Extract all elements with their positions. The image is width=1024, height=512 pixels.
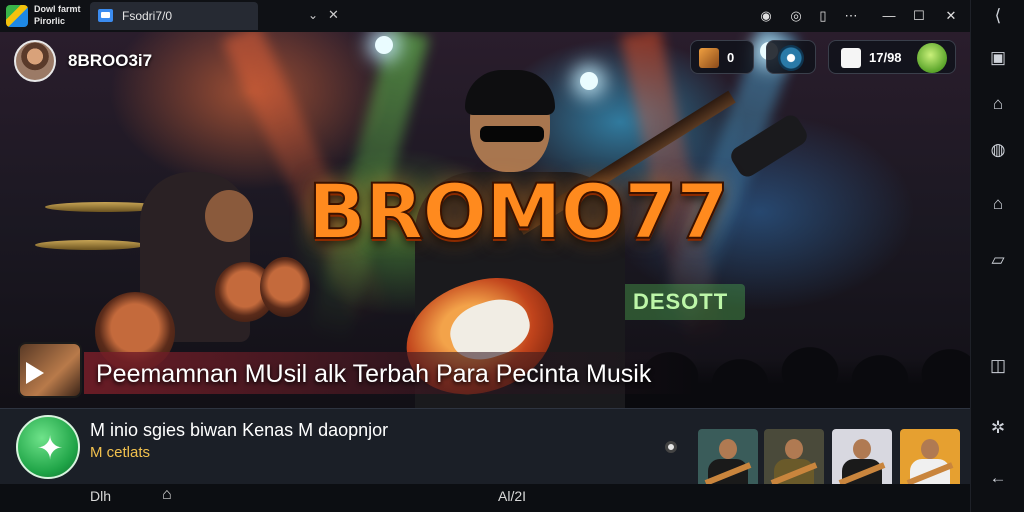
drum (260, 257, 310, 317)
panel-title: M inio sgies biwan Kenas M daopnjor (90, 420, 389, 440)
cymbal (35, 240, 145, 250)
info-panel: ✦ M inio sgies biwan Kenas M daopnjor M … (0, 408, 970, 489)
stage-light (375, 36, 393, 54)
minimize-icon[interactable]: — (878, 5, 900, 27)
play-icon[interactable] (26, 362, 44, 384)
gift-count: 17/98 (869, 50, 902, 65)
title-bar: Dowl farmt Pirorlic Fsodri7/0 ⌄ ✕ ◉ ◎ ▯ ⋯ — ☐… (0, 0, 970, 32)
video-thumbnail-2[interactable] (764, 429, 824, 489)
streamer-name: 8BROO3i7 (68, 51, 153, 70)
account-icon[interactable]: ◉ (755, 5, 777, 27)
nav-recents[interactable]: Dlh (90, 488, 111, 504)
live-button[interactable] (766, 40, 816, 74)
back-icon[interactable]: ← (984, 464, 1012, 492)
panel-subtitle[interactable]: M cetlats (90, 444, 150, 461)
settings-icon[interactable]: ✲ (984, 414, 1012, 442)
close-window-icon[interactable]: ✕ (940, 5, 962, 27)
files-icon[interactable]: ▱ (984, 246, 1012, 274)
guitarist-hair (465, 70, 555, 115)
video-thumbnail-1[interactable] (698, 429, 758, 489)
caption-thumbnail[interactable] (18, 342, 82, 398)
caption-text: Peemamnan MUsil alk Terbah Para Pecinta … (96, 360, 652, 388)
now-playing-caption[interactable]: Peemamnan MUsil alk Terbah Para Pecinta … (18, 340, 698, 398)
brand-logo-text: BROMO77 (307, 166, 730, 257)
bottom-nav-bar: Dlh ⌂ Al/2I (0, 484, 970, 512)
close-icon[interactable]: ✕ (328, 7, 339, 23)
video-thumbnail-4[interactable] (900, 429, 960, 489)
home-outline-icon[interactable]: ⌂ (162, 486, 172, 504)
star-check-icon[interactable]: ✦ (16, 415, 80, 479)
screen-icon[interactable]: ▣ (984, 44, 1012, 72)
gallery-count: 0 (727, 50, 735, 65)
gift-counter[interactable]: 17/98 (828, 40, 956, 74)
thumbnail-person-head (853, 439, 871, 459)
live-stream-view[interactable]: CI DESOTT BROMO77 8BROO3i7 0 17/98 Peema… (0, 32, 970, 408)
avatar[interactable] (14, 40, 56, 82)
stage-light (580, 72, 598, 90)
live-icon (778, 45, 804, 71)
drummer-head (205, 190, 253, 242)
user-icon[interactable]: ⌂ (984, 90, 1012, 118)
tab-active[interactable]: Fsodri7/0 ⌄ ✕ (90, 2, 339, 30)
tab-title: Fsodri7/0 (122, 9, 173, 23)
pager-dot[interactable] (665, 441, 677, 453)
chevron-down-icon[interactable]: ⌄ (308, 8, 318, 22)
gift-icon (841, 48, 861, 68)
bookmark-icon[interactable]: ▯ (812, 5, 834, 27)
gallery-button[interactable]: 0 (690, 40, 754, 74)
thumbnail-person-head (719, 439, 737, 459)
home-icon[interactable]: ⌂ (984, 190, 1012, 218)
emoji-icon[interactable] (917, 43, 947, 73)
thumbnail-person-head (921, 439, 939, 459)
collapse-icon[interactable]: ⟨ (984, 2, 1012, 30)
streamer-profile[interactable]: 8BROO3i7 (14, 40, 152, 82)
help-icon[interactable]: ◎ (785, 5, 807, 27)
menu-dots-icon[interactable]: ⋯ (840, 5, 862, 27)
window-icon (98, 9, 113, 22)
location-icon[interactable]: ◍ (984, 136, 1012, 164)
thumbnail-person-head (785, 439, 803, 459)
app-name: Dowl farmt Pirorlic (34, 4, 81, 26)
rotate-icon[interactable]: ◫ (984, 352, 1012, 380)
nav-label[interactable]: Al/2I (498, 488, 526, 504)
video-thumbnail-3[interactable] (832, 429, 892, 489)
multicolor-app-icon[interactable] (6, 5, 28, 27)
right-sidebar: ⟨ ▣ ⌂ ◍ ⌂ ▱ ◫ ✲ ← (970, 0, 1024, 512)
sunglasses (480, 126, 544, 142)
gallery-icon (699, 48, 719, 68)
maximize-icon[interactable]: ☐ (908, 5, 930, 27)
